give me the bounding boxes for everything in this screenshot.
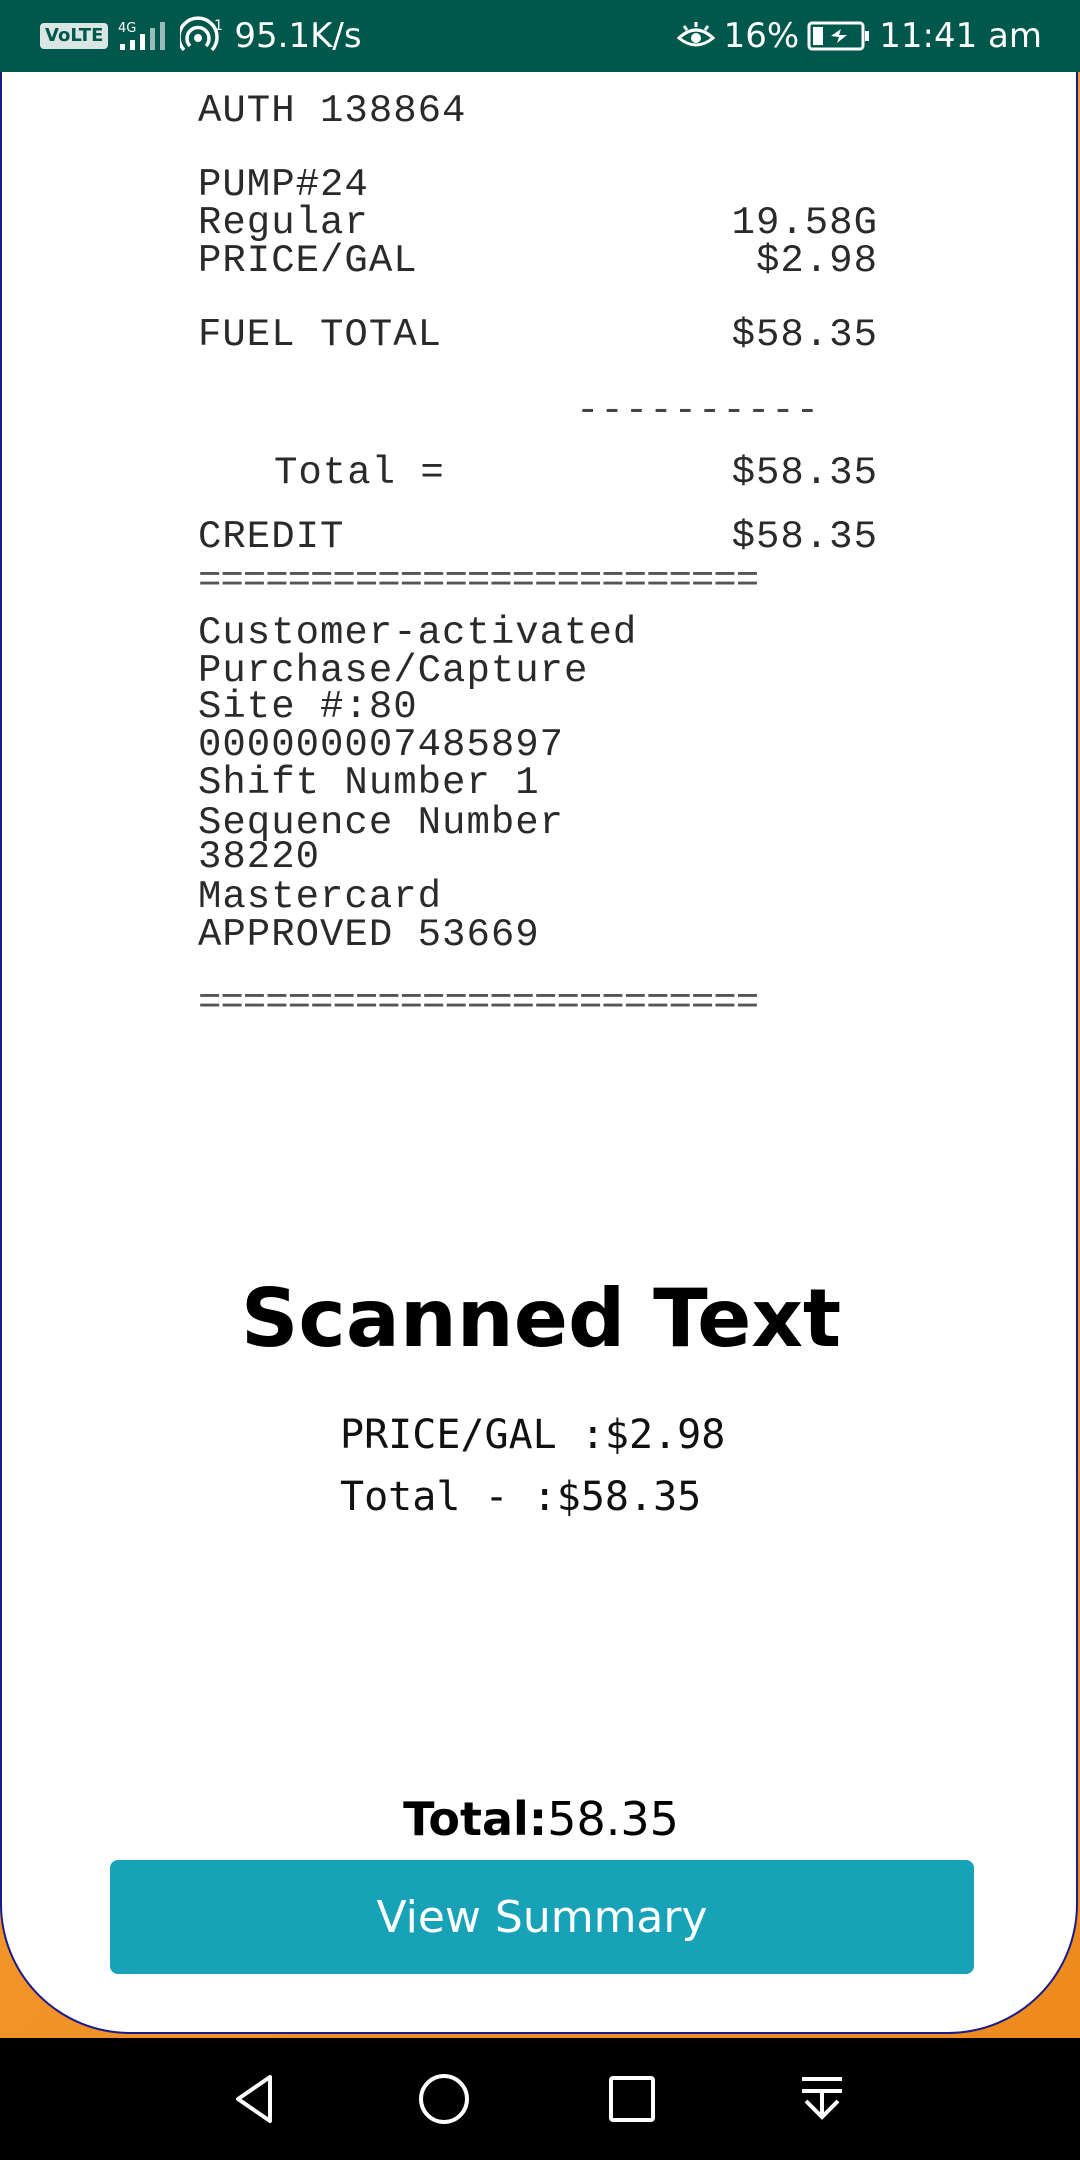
status-right: 16% 11:41 am (676, 0, 1042, 72)
content-card: AUTH 138864 PUMP#24 Regular 19.58G PRICE… (0, 72, 1078, 2034)
recents-button[interactable] (572, 2038, 692, 2160)
total-summary: Total:58.35 (2, 1792, 1076, 1846)
hotspot-icon: 1 (180, 16, 224, 56)
recents-icon (609, 2076, 655, 2122)
scanned-line: PRICE/GAL :$2.98 (340, 1412, 726, 1458)
receipt-image: AUTH 138864 PUMP#24 Regular 19.58G PRICE… (198, 72, 898, 1032)
scanned-line: Total - :$58.35 (340, 1474, 702, 1520)
receipt-total-label: Total = (274, 451, 445, 495)
receipt-price-value: $2.98 (755, 239, 878, 283)
receipt-equals-rule: ========================= (198, 559, 759, 603)
volte-badge: VoLTE (40, 23, 109, 49)
receipt-line: Shift Number 1 (198, 761, 540, 805)
receipt-equals-rule: ========================= (198, 981, 759, 1025)
view-summary-button[interactable]: View Summary (110, 1860, 974, 1974)
battery-percent: 16% (723, 16, 800, 56)
eye-icon (676, 20, 716, 52)
receipt-credit-value: $58.35 (731, 515, 878, 559)
hotspot-count: 1 (214, 18, 223, 34)
navigation-bar (0, 2038, 1080, 2160)
scanned-text-title: Scanned Text (240, 1272, 842, 1365)
notification-pull-button[interactable] (762, 2038, 882, 2160)
back-button[interactable] (196, 2038, 316, 2160)
receipt-credit-label: CREDIT (198, 515, 345, 559)
receipt-line: Customer-activated (198, 611, 638, 655)
scanned-text-lines: PRICE/GAL :$2.98 Total - :$58.35 (340, 1404, 725, 1528)
back-icon (236, 2075, 272, 2123)
receipt-price-label: PRICE/GAL (198, 239, 418, 283)
battery-icon (807, 20, 871, 52)
receipt-grade-label: Regular (198, 201, 369, 245)
total-value: 58.35 (547, 1792, 679, 1846)
receipt-auth: AUTH 138864 (198, 89, 467, 133)
clock: 11:41 am (879, 16, 1042, 56)
receipt-fuel-total-value: $58.35 (731, 313, 878, 357)
receipt-line: 38220 (198, 835, 321, 879)
receipt-line: Mastercard (198, 875, 443, 919)
status-left: VoLTE 4G 1 95.1K/s (40, 0, 362, 72)
network-type-label: 4G (118, 21, 136, 36)
notification-pull-icon (802, 2077, 842, 2120)
network-speed: 95.1K/s (234, 16, 362, 56)
home-button[interactable] (384, 2038, 504, 2160)
receipt-line: 000000007485897 (198, 723, 565, 767)
receipt-fuel-total-label: FUEL TOTAL (198, 313, 443, 357)
receipt-pump: PUMP#24 (198, 163, 369, 207)
total-label: Total: (403, 1792, 548, 1846)
receipt-total-value: $58.35 (731, 451, 878, 495)
status-bar: VoLTE 4G 1 95.1K/s 16% 11:41 am (0, 0, 1080, 72)
receipt-line: Site #:80 (198, 685, 418, 729)
receipt-dash-rule: ---------- (576, 389, 821, 433)
receipt-grade-value: 19.58G (731, 201, 878, 245)
home-icon (419, 2074, 469, 2124)
signal-icon: 4G (118, 18, 170, 54)
receipt-line: APPROVED 53669 (198, 913, 540, 957)
